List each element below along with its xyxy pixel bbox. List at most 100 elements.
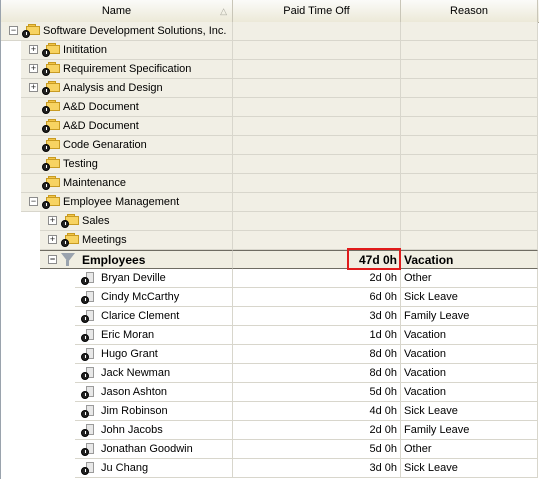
name-cell[interactable]: John Jacobs [75,421,233,440]
table-row-employee[interactable]: Jason Ashton 5d 0h Vacation [1,383,539,402]
name-cell[interactable]: Jack Newman [75,364,233,383]
column-header-paid-time-off[interactable]: Paid Time Off [233,0,401,22]
reason-cell[interactable] [401,174,538,193]
name-cell[interactable]: A&D Document [21,98,233,117]
table-row-group[interactable]: A&D Document [1,98,539,117]
name-cell[interactable]: Ju Chang [75,459,233,478]
paid-time-off-cell[interactable]: 5d 0h [233,383,401,402]
collapse-icon[interactable]: − [29,197,38,206]
paid-time-off-cell[interactable] [233,41,401,60]
name-cell[interactable]: + Inititation [21,41,233,60]
name-cell[interactable]: + Analysis and Design [21,79,233,98]
paid-time-off-cell[interactable]: 4d 0h [233,402,401,421]
paid-time-off-cell[interactable] [233,60,401,79]
reason-cell[interactable]: Family Leave [401,421,538,440]
table-row-group[interactable]: + Analysis and Design [1,79,539,98]
paid-time-off-cell[interactable]: 5d 0h [233,440,401,459]
reason-cell[interactable]: Sick Leave [401,288,538,307]
reason-cell[interactable] [401,231,538,250]
reason-cell[interactable]: Vacation [401,250,538,269]
table-row-group[interactable]: Maintenance [1,174,539,193]
table-row-employee[interactable]: Jack Newman 8d 0h Vacation [1,364,539,383]
expand-icon[interactable]: + [29,45,38,54]
paid-time-off-cell[interactable]: 8d 0h [233,364,401,383]
name-cell[interactable]: − Employee Management [21,193,233,212]
reason-cell[interactable]: Other [401,440,538,459]
paid-time-off-cell[interactable] [233,98,401,117]
name-cell[interactable]: A&D Document [21,117,233,136]
table-row-employee[interactable]: Hugo Grant 8d 0h Vacation [1,345,539,364]
paid-time-off-cell[interactable] [233,193,401,212]
name-cell[interactable]: Jonathan Goodwin [75,440,233,459]
reason-cell[interactable]: Vacation [401,326,538,345]
table-row-employee[interactable]: Jim Robinson 4d 0h Sick Leave [1,402,539,421]
table-row-employee[interactable]: John Jacobs 2d 0h Family Leave [1,421,539,440]
name-cell[interactable]: Eric Moran [75,326,233,345]
column-header-reason[interactable]: Reason [401,0,538,22]
table-row-group[interactable]: − Employee Management [1,193,539,212]
reason-cell[interactable] [401,212,538,231]
paid-time-off-cell[interactable] [233,117,401,136]
expand-icon[interactable]: + [29,64,38,73]
reason-cell[interactable]: Vacation [401,383,538,402]
paid-time-off-cell[interactable]: 2d 0h [233,269,401,288]
table-row-group[interactable]: + Inititation [1,41,539,60]
table-row-employee[interactable]: Jonathan Goodwin 5d 0h Other [1,440,539,459]
paid-time-off-cell[interactable] [233,79,401,98]
name-cell[interactable]: Cindy McCarthy [75,288,233,307]
table-row-group[interactable]: Code Genaration [1,136,539,155]
reason-cell[interactable] [401,136,538,155]
table-row-employee[interactable]: Clarice Clement 3d 0h Family Leave [1,307,539,326]
name-cell[interactable]: Jason Ashton [75,383,233,402]
reason-cell[interactable] [401,60,538,79]
name-cell[interactable]: Testing [21,155,233,174]
table-row-employee[interactable]: Eric Moran 1d 0h Vacation [1,326,539,345]
paid-time-off-cell[interactable] [233,155,401,174]
table-row-employee[interactable]: Cindy McCarthy 6d 0h Sick Leave [1,288,539,307]
reason-cell[interactable] [401,22,538,41]
reason-cell[interactable] [401,41,538,60]
name-cell[interactable]: Jim Robinson [75,402,233,421]
reason-cell[interactable] [401,98,538,117]
name-cell[interactable]: − Software Development Solutions, Inc. [1,22,233,41]
expand-icon[interactable]: + [29,83,38,92]
name-cell[interactable]: Bryan Deville [75,269,233,288]
reason-cell[interactable] [401,193,538,212]
reason-cell[interactable]: Vacation [401,364,538,383]
paid-time-off-cell[interactable]: 3d 0h [233,459,401,478]
name-cell[interactable]: + Meetings [40,231,233,250]
reason-cell[interactable]: Other [401,269,538,288]
reason-cell[interactable] [401,155,538,174]
paid-time-off-cell[interactable]: 8d 0h [233,345,401,364]
table-row-employee[interactable]: Bryan Deville 2d 0h Other [1,269,539,288]
column-header-name[interactable]: Name △ [1,0,233,22]
table-row-group[interactable]: + Sales [1,212,539,231]
reason-cell[interactable] [401,79,538,98]
expand-icon[interactable]: + [48,216,57,225]
name-cell[interactable]: Code Genaration [21,136,233,155]
table-row-group[interactable]: Testing [1,155,539,174]
paid-time-off-cell[interactable]: 1d 0h [233,326,401,345]
table-row-group[interactable]: A&D Document [1,117,539,136]
name-cell[interactable]: + Sales [40,212,233,231]
name-cell[interactable]: Maintenance [21,174,233,193]
name-cell[interactable]: Clarice Clement [75,307,233,326]
name-cell[interactable]: − Employees [40,250,233,269]
paid-time-off-cell[interactable]: 3d 0h [233,307,401,326]
paid-time-off-cell[interactable] [233,174,401,193]
paid-time-off-cell[interactable] [233,212,401,231]
reason-cell[interactable]: Family Leave [401,307,538,326]
table-row-group[interactable]: + Meetings [1,231,539,250]
paid-time-off-cell[interactable]: 2d 0h [233,421,401,440]
expand-icon[interactable]: + [48,235,57,244]
reason-cell[interactable] [401,117,538,136]
collapse-icon[interactable]: − [9,26,18,35]
table-row-employees-group[interactable]: − Employees 47d 0h Vacation [1,250,539,269]
collapse-icon[interactable]: − [48,255,57,264]
paid-time-off-cell[interactable] [233,22,401,41]
paid-time-off-cell[interactable]: 6d 0h [233,288,401,307]
name-cell[interactable]: Hugo Grant [75,345,233,364]
reason-cell[interactable]: Vacation [401,345,538,364]
table-row-group[interactable]: + Requirement Specification [1,60,539,79]
table-row-group[interactable]: − Software Development Solutions, Inc. [1,22,539,41]
